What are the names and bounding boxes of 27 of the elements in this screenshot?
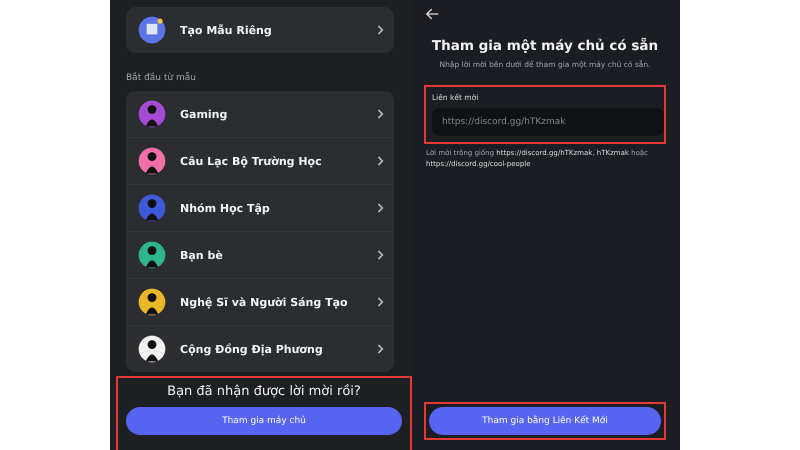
chevron-icon (376, 202, 384, 214)
back-arrow-icon[interactable] (426, 8, 439, 20)
template-item[interactable]: Nhóm Học Tập (126, 185, 394, 232)
template-item[interactable]: Gaming (126, 91, 394, 138)
chevron-icon (376, 24, 384, 36)
custom-template-item[interactable]: Tạo Mẫu Riêng (126, 7, 394, 53)
invite-question: Bạn đã nhận được lời mời rồi? (167, 384, 361, 399)
chevron-icon (376, 155, 384, 167)
template-item[interactable]: Cộng Đồng Địa Phương (126, 326, 394, 372)
figure-icon (136, 239, 168, 271)
figure-icon (136, 286, 168, 318)
join-with-link-button[interactable]: Tham gia bằng Liên Kết Mới (429, 407, 661, 435)
screen-title: Tham gia một máy chủ có sẵn (430, 38, 660, 54)
template-item[interactable]: Câu Lạc Bộ Trường Học (126, 138, 394, 185)
chevron-icon (376, 296, 384, 308)
join-server-button[interactable]: Tham gia máy chủ (126, 407, 402, 435)
chevron-icon (376, 249, 384, 261)
figure-icon (136, 145, 168, 177)
template-item[interactable]: Bạn bè (126, 232, 394, 279)
chevron-icon (376, 343, 384, 355)
section-title: Bắt đầu từ mẫu (126, 73, 197, 83)
chevron-icon (376, 108, 384, 120)
figure-icon (136, 192, 168, 224)
template-item[interactable]: Nghệ Sĩ và Người Sáng Tạo (126, 279, 394, 326)
invite-link-field[interactable]: https://discord.gg/hTKzmak (432, 108, 664, 136)
figure-icon (136, 333, 168, 365)
figure-icon (136, 98, 168, 130)
